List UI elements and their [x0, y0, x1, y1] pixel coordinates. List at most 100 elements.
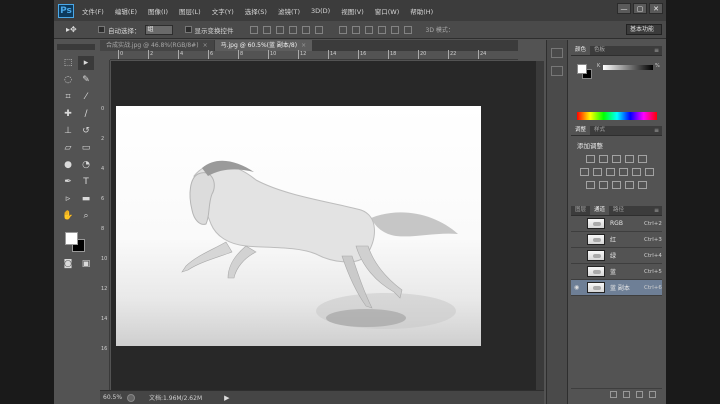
path-select-tool-icon[interactable]: ▹ — [60, 192, 76, 206]
quick-mask-icon[interactable]: ◙ — [60, 257, 76, 271]
channel-row-blue[interactable]: 蓝 Ctrl+5 — [571, 264, 662, 280]
gradient-map-icon[interactable] — [625, 181, 634, 189]
history-panel-icon[interactable] — [551, 48, 563, 58]
black-white-icon[interactable] — [605, 168, 615, 176]
history-brush-tool-icon[interactable]: ↺ — [78, 124, 94, 138]
distribute-vcenter-icon[interactable] — [351, 25, 360, 34]
brightness-icon[interactable] — [586, 155, 595, 163]
menu-help[interactable]: 帮助(H) — [410, 6, 433, 16]
zoom-tool-icon[interactable]: ⌕ — [78, 209, 94, 223]
zoom-level[interactable]: 60.5% — [103, 394, 127, 401]
screen-mode-icon[interactable]: ▣ — [78, 257, 94, 271]
blur-tool-icon[interactable]: ● — [60, 158, 76, 172]
channel-row-rgb[interactable]: RGB Ctrl+2 — [571, 216, 662, 232]
canvas-area[interactable] — [111, 61, 544, 390]
vertical-ruler[interactable]: 0 2 4 6 8 10 12 14 16 — [100, 60, 110, 390]
stamp-tool-icon[interactable]: ⊥ — [60, 124, 76, 138]
selective-color-icon[interactable] — [638, 181, 647, 189]
curves-icon[interactable] — [612, 155, 621, 163]
new-channel-icon[interactable] — [636, 391, 643, 398]
vibrance-icon[interactable] — [638, 155, 647, 163]
auto-select-dropdown[interactable]: 组 — [144, 24, 173, 35]
menu-select[interactable]: 选择(S) — [245, 6, 267, 16]
menu-edit[interactable]: 编辑(E) — [115, 6, 137, 16]
align-top-icon[interactable] — [249, 25, 258, 34]
menu-layer[interactable]: 图层(L) — [179, 6, 201, 16]
menu-view[interactable]: 视图(V) — [341, 6, 364, 16]
brush-tool-icon[interactable]: ∕ — [78, 107, 94, 121]
pen-tool-icon[interactable]: ✒ — [60, 175, 76, 189]
menu-filter[interactable]: 滤镜(T) — [278, 6, 300, 16]
healing-tool-icon[interactable]: ✚ — [60, 107, 76, 121]
panel-menu-icon[interactable]: ≡ — [654, 46, 659, 55]
align-bottom-icon[interactable] — [275, 25, 284, 34]
align-right-icon[interactable] — [314, 25, 323, 34]
distribute-right-icon[interactable] — [403, 25, 412, 34]
panel-menu-icon[interactable]: ≡ — [654, 126, 659, 135]
align-hcenter-icon[interactable] — [301, 25, 310, 34]
foreground-color-swatch[interactable] — [65, 232, 78, 245]
eyedropper-tool-icon[interactable]: ⁄ — [78, 90, 94, 104]
type-tool-icon[interactable]: T — [78, 175, 94, 189]
tab-channels[interactable]: 通道 — [590, 206, 610, 215]
tab-adjustments[interactable]: 调整 — [571, 126, 591, 135]
tab-swatches[interactable]: 色板 — [590, 46, 609, 55]
canvas-scrollbar[interactable] — [536, 61, 544, 390]
load-selection-icon[interactable] — [610, 391, 617, 398]
restore-button[interactable]: ▢ — [633, 3, 647, 14]
marquee-tool-icon[interactable]: ⬚ — [60, 56, 76, 70]
tab-layers[interactable]: 图层 — [571, 206, 590, 215]
menu-type[interactable]: 文字(Y) — [212, 6, 234, 16]
save-selection-icon[interactable] — [623, 391, 630, 398]
workspace-dropdown[interactable]: 基本功能 — [626, 24, 662, 35]
minimize-button[interactable]: — — [617, 3, 631, 14]
tab-close-icon[interactable]: × — [301, 42, 306, 49]
dodge-tool-icon[interactable]: ◔ — [78, 158, 94, 172]
status-info-icon[interactable] — [127, 393, 135, 402]
distribute-top-icon[interactable] — [338, 25, 347, 34]
distribute-hcenter-icon[interactable] — [390, 25, 399, 34]
properties-panel-icon[interactable] — [551, 66, 563, 76]
hand-tool-icon[interactable]: ✋ — [60, 209, 76, 223]
channel-row-green[interactable]: 绿 Ctrl+4 — [571, 248, 662, 264]
align-vcenter-icon[interactable] — [262, 25, 271, 34]
move-tool-icon[interactable]: ▸ — [78, 56, 94, 70]
crop-tool-icon[interactable]: ⌗ — [60, 90, 76, 104]
color-balance-icon[interactable] — [592, 168, 602, 176]
ruler-corner[interactable] — [100, 51, 110, 60]
channel-row-red[interactable]: 红 Ctrl+3 — [571, 232, 662, 248]
tools-panel-header[interactable] — [57, 44, 95, 50]
menu-window[interactable]: 窗口(W) — [375, 6, 400, 16]
horse-image[interactable] — [116, 106, 481, 346]
lasso-tool-icon[interactable]: ◌ — [60, 73, 76, 87]
tab-color[interactable]: 颜色 — [571, 46, 591, 55]
close-button[interactable]: ✕ — [649, 3, 663, 14]
panel-menu-icon[interactable]: ≡ — [654, 206, 659, 215]
levels-icon[interactable] — [599, 155, 608, 163]
align-left-icon[interactable] — [288, 25, 297, 34]
horizontal-ruler[interactable]: 0 2 4 6 8 10 12 14 16 18 20 22 24 — [110, 50, 518, 60]
color-lookup-icon[interactable] — [644, 168, 654, 176]
channel-mixer-icon[interactable] — [631, 168, 641, 176]
k-slider[interactable] — [603, 65, 653, 70]
tab-styles[interactable]: 样式 — [590, 126, 609, 135]
posterize-icon[interactable] — [599, 181, 608, 189]
show-transform-checkbox[interactable] — [184, 26, 192, 33]
delete-channel-icon[interactable] — [649, 391, 656, 398]
threshold-icon[interactable] — [612, 181, 621, 189]
eye-icon[interactable]: ◉ — [574, 284, 583, 291]
channel-row-blue-copy[interactable]: ◉ 蓝 副本 Ctrl+6 — [571, 280, 662, 296]
exposure-icon[interactable] — [625, 155, 634, 163]
eraser-tool-icon[interactable]: ▱ — [60, 141, 76, 155]
shape-tool-icon[interactable]: ▬ — [78, 192, 94, 206]
quick-select-tool-icon[interactable]: ✎ — [78, 73, 94, 87]
status-menu-arrow-icon[interactable]: ▶ — [224, 394, 229, 402]
tab-close-icon[interactable]: × — [203, 42, 208, 49]
gradient-tool-icon[interactable]: ▭ — [78, 141, 94, 155]
menu-image[interactable]: 图像(I) — [148, 6, 168, 16]
move-tool-preset-icon[interactable]: ▸✥ — [66, 23, 86, 37]
photo-filter-icon[interactable] — [618, 168, 628, 176]
distribute-left-icon[interactable] — [377, 25, 386, 34]
hue-saturation-icon[interactable] — [579, 168, 589, 176]
auto-select-checkbox[interactable] — [98, 26, 105, 33]
